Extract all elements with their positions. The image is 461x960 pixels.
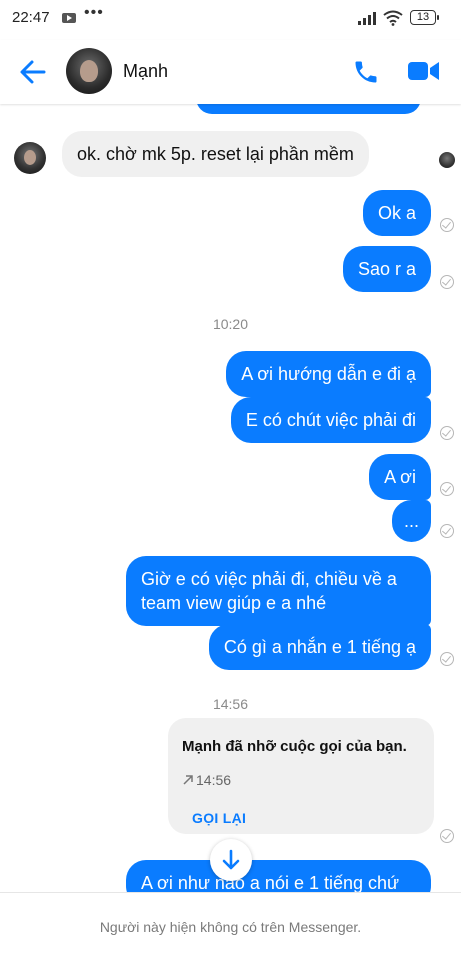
message-bubble-outgoing[interactable]: Ok a (362, 190, 431, 236)
wifi-icon (383, 10, 403, 26)
missed-call-title: Mạnh đã nhỡ cuộc gọi của bạn. (182, 738, 407, 755)
message-bubble-outgoing[interactable]: Có gì a nhắn e 1 tiếng ạ (208, 624, 431, 670)
battery-icon: 13 (410, 10, 439, 25)
delivered-check-icon (440, 218, 454, 232)
contact-avatar[interactable] (66, 48, 112, 94)
contact-name[interactable]: Mạnh (123, 61, 168, 82)
delivered-check-icon (440, 275, 454, 289)
missed-call-card[interactable]: Mạnh đã nhỡ cuộc gọi của bạn. 14:56 GỌI … (168, 718, 434, 834)
seen-indicator-avatar (439, 152, 455, 168)
missed-call-arrow-icon (183, 775, 193, 785)
message-bubble-cut[interactable] (196, 104, 421, 114)
message-bubble-outgoing[interactable]: Giờ e có việc phải đi, chiều về a team v… (126, 556, 431, 626)
message-bubble-incoming[interactable]: ok. chờ mk 5p. reset lại phần mềm (62, 131, 369, 177)
delivered-check-icon (440, 426, 454, 440)
message-bubble-outgoing[interactable]: A ơi hướng dẫn e đi ạ (226, 351, 431, 397)
chat-header: Mạnh (0, 40, 461, 104)
missed-call-time: 14:56 (182, 772, 231, 788)
missed-call-time-text: 14:56 (196, 772, 232, 788)
status-time: 22:47 (12, 9, 50, 26)
message-bubble-outgoing[interactable]: Sao r a (342, 246, 431, 292)
timestamp-divider: 14:56 (212, 696, 249, 712)
scroll-to-bottom-button[interactable] (210, 839, 252, 881)
video-camera-icon[interactable] (408, 60, 440, 82)
youtube-notification-icon (62, 13, 76, 23)
back-arrow-icon[interactable] (18, 58, 48, 86)
chevron-down-icon (222, 849, 240, 870)
message-bubble-outgoing[interactable]: E có chút việc phải đi (230, 397, 431, 443)
message-bubble-outgoing[interactable]: ... (391, 500, 431, 542)
status-bar: 22:47 ••• 13 (0, 0, 461, 40)
call-back-button[interactable]: GỌI LẠI (192, 810, 246, 826)
phone-icon[interactable] (352, 58, 380, 86)
delivered-check-icon (440, 524, 454, 538)
delivered-check-icon (440, 652, 454, 666)
delivered-check-icon (440, 829, 454, 843)
delivered-check-icon (440, 482, 454, 496)
unavailable-notice: Người này hiện không có trên Messenger. (99, 919, 362, 935)
timestamp-divider: 10:20 (212, 316, 249, 332)
message-bubble-outgoing[interactable]: A ơi (369, 454, 431, 500)
contact-message-avatar (14, 142, 46, 174)
more-notifications-icon: ••• (84, 4, 104, 21)
signal-icon (358, 12, 376, 25)
composer-unavailable-bar: Người này hiện không có trên Messenger. (0, 892, 461, 960)
message-list[interactable]: ok. chờ mk 5p. reset lại phần mềm Ok a S… (0, 104, 461, 892)
message-bubble-outgoing[interactable]: A ơi như nào a nói e 1 tiếng chứ (126, 860, 431, 892)
